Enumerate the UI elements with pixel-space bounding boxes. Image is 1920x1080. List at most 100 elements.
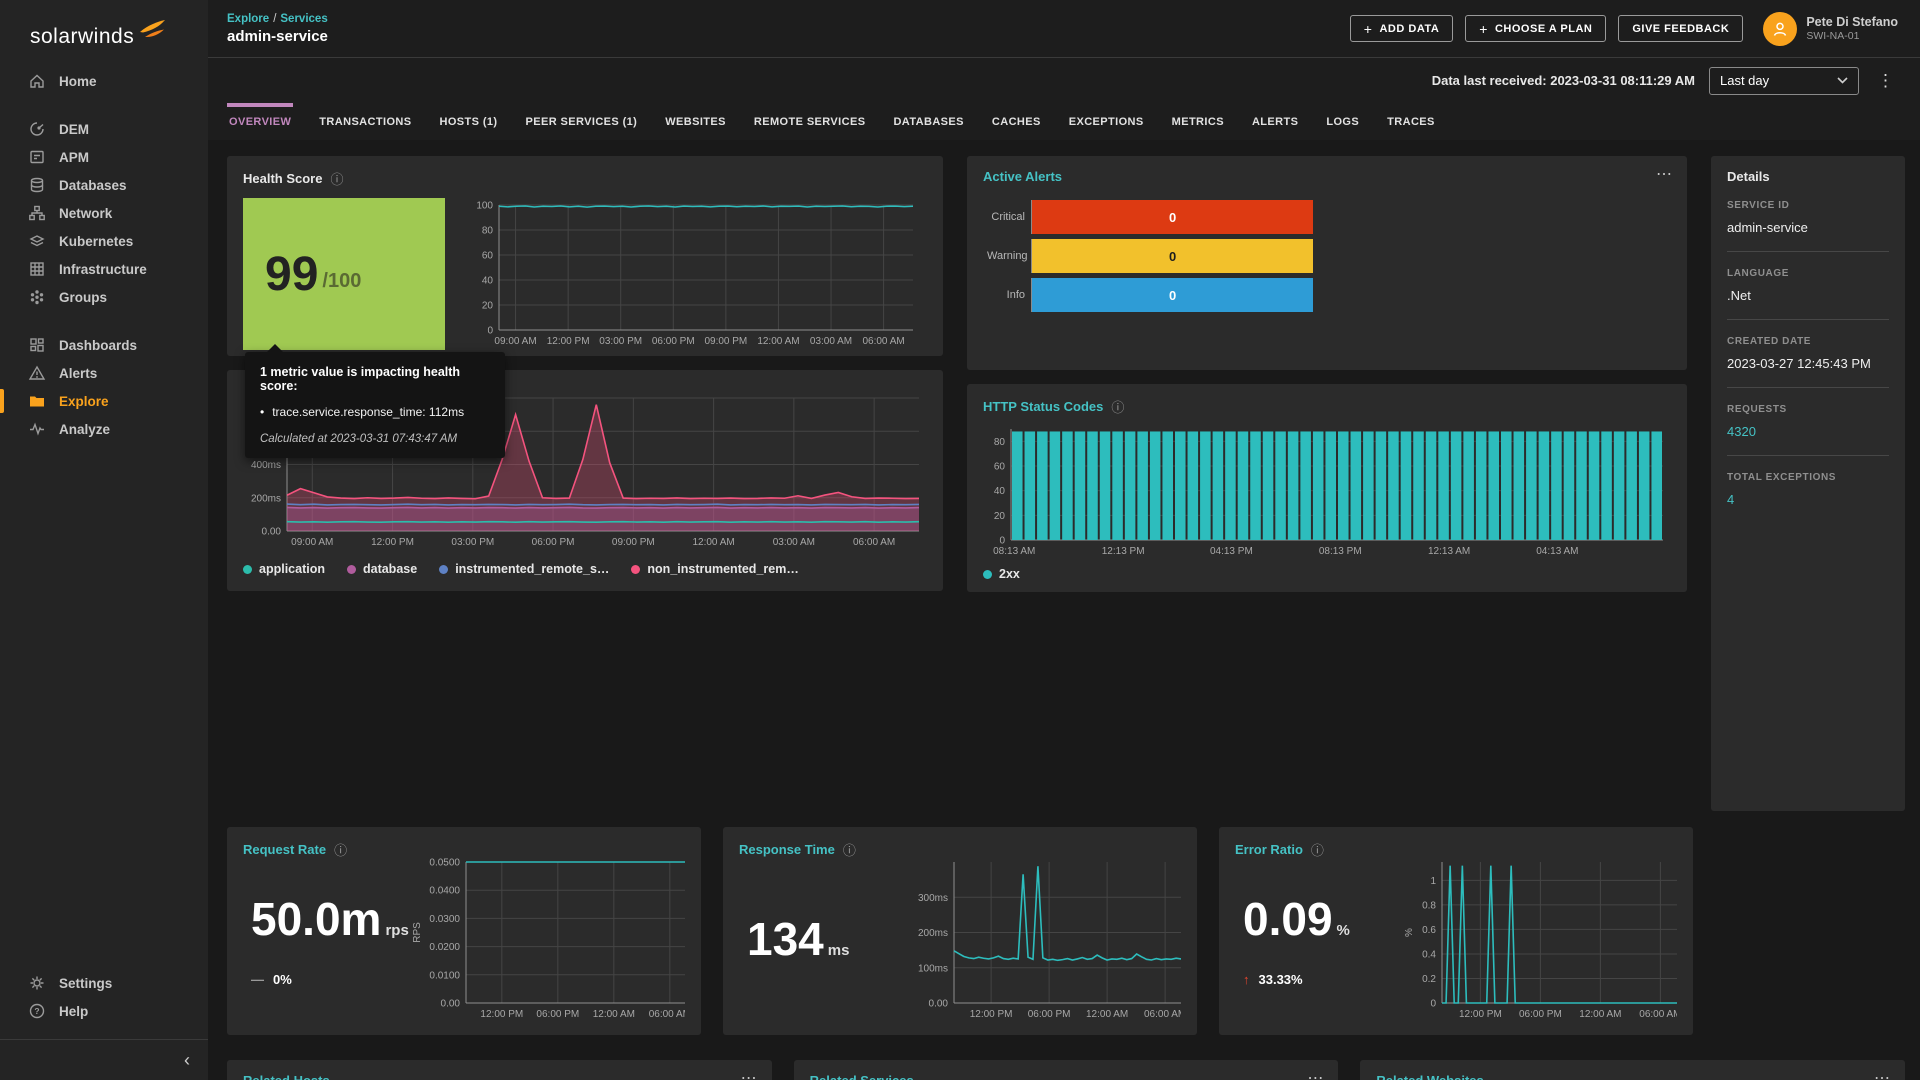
info-icon[interactable]: ⓘ (843, 840, 856, 859)
metrics-row: Request Rateⓘ 50.0mrps —0% 0.000.01000.0… (227, 827, 1905, 1035)
tab-metrics[interactable]: METRICS (1170, 103, 1226, 140)
time-range-select[interactable]: Last day (1709, 67, 1859, 95)
tab-alerts[interactable]: ALERTS (1250, 103, 1300, 140)
sidebar-item-analyze[interactable]: Analyze (0, 415, 208, 443)
sidebar-item-apm[interactable]: APM (0, 143, 208, 171)
legend-item[interactable]: non_instrumented_rem… (631, 562, 798, 576)
card-menu-icon[interactable]: ⋯ (1656, 164, 1673, 184)
tab-overview[interactable]: OVERVIEW (227, 103, 293, 140)
svg-text:0.0300: 0.0300 (430, 914, 461, 925)
info-icon[interactable]: ⓘ (1311, 840, 1324, 859)
tab-websites[interactable]: WEBSITES (663, 103, 728, 140)
card-menu-icon[interactable]: ⋯ (1874, 1068, 1891, 1080)
svg-text:06:00 AM: 06:00 AM (1144, 1009, 1181, 1020)
tab-logs[interactable]: LOGS (1324, 103, 1361, 140)
info-icon[interactable]: ⓘ (330, 169, 343, 188)
sidebar-collapse-icon[interactable]: ‹ (184, 1050, 190, 1071)
tab-peer-services-1[interactable]: PEER SERVICES (1) (524, 103, 640, 140)
bullet-icon: • (260, 405, 264, 419)
sidebar-item-explore[interactable]: Explore (0, 387, 208, 415)
user-menu[interactable]: Pete Di Stefano SWI-NA-01 (1763, 12, 1898, 46)
details-field: CREATED DATE 2023-03-27 12:45:43 PM (1727, 336, 1889, 371)
tooltip-title: 1 metric value is impacting health score… (260, 365, 490, 393)
sidebar-item-label: Dashboards (59, 338, 137, 353)
sidebar-item-databases[interactable]: Databases (0, 171, 208, 199)
alert-count-bar[interactable]: 0 (1032, 200, 1313, 234)
svg-text:1: 1 (1431, 876, 1437, 887)
tab-transactions[interactable]: TRANSACTIONS (317, 103, 413, 140)
sidebar-item-dem[interactable]: DEM (0, 115, 208, 143)
response-time-value: 134 (747, 913, 824, 965)
svg-text:12:13 PM: 12:13 PM (1102, 546, 1145, 557)
sidebar-item-help[interactable]: ? Help (0, 997, 208, 1025)
svg-text:400ms: 400ms (251, 460, 281, 471)
svg-text:0.00: 0.00 (262, 527, 282, 538)
info-icon[interactable]: ⓘ (334, 840, 347, 859)
flat-trend-icon: — (251, 972, 264, 987)
sidebar-item-label: Kubernetes (59, 234, 133, 249)
alert-count-bar[interactable]: 0 (1032, 239, 1313, 273)
svg-text:03:00 PM: 03:00 PM (451, 537, 494, 548)
svg-text:12:00 AM: 12:00 AM (692, 537, 734, 548)
sidebar-item-label: Groups (59, 290, 107, 305)
details-panel: Details SERVICE ID admin-service LANGUAG… (1711, 156, 1905, 811)
svg-text:08:13 AM: 08:13 AM (993, 546, 1035, 557)
tab-remote-services[interactable]: REMOTE SERVICES (752, 103, 868, 140)
tooltip-note: Calculated at 2023-03-31 07:43:47 AM (260, 433, 490, 445)
breadcrumb-explore[interactable]: Explore (227, 13, 269, 25)
details-field: REQUESTS 4320 (1727, 404, 1889, 439)
sidebar-item-groups[interactable]: Groups (0, 283, 208, 311)
svg-text:80: 80 (482, 226, 494, 237)
legend-item[interactable]: 2xx (983, 567, 1020, 581)
tab-traces[interactable]: TRACES (1385, 103, 1437, 140)
svg-text:0.8: 0.8 (1422, 900, 1436, 911)
details-field-label: SERVICE ID (1727, 200, 1889, 211)
kebab-menu-icon[interactable]: ⋮ (1873, 71, 1898, 91)
add-data-button[interactable]: +ADD DATA (1350, 15, 1454, 42)
analyze-icon (28, 420, 46, 438)
error-ratio-title: Error Ratio (1235, 842, 1303, 857)
health-score-box[interactable]: 99 /100 (243, 198, 445, 350)
page-header: Explore/Services admin-service +ADD DATA… (208, 0, 1920, 58)
alert-count-bar[interactable]: 0 (1032, 278, 1313, 312)
solarwinds-logo: solarwinds (0, 0, 208, 67)
svg-text:0: 0 (487, 326, 493, 337)
sidebar-item-alerts[interactable]: Alerts (0, 359, 208, 387)
sidebar-item-infrastructure[interactable]: Infrastructure (0, 255, 208, 283)
card-menu-icon[interactable]: ⋯ (741, 1068, 758, 1080)
tab-caches[interactable]: CACHES (990, 103, 1043, 140)
card-menu-icon[interactable]: ⋯ (1307, 1068, 1324, 1080)
error-ratio-card: Error Ratioⓘ 0.09% ↑33.33% 00.20.40.60.8… (1219, 827, 1693, 1035)
tab-hosts-1[interactable]: HOSTS (1) (438, 103, 500, 140)
sidebar-item-settings[interactable]: Settings (0, 969, 208, 997)
legend-item[interactable]: application (243, 562, 325, 576)
settings-icon (28, 974, 46, 992)
tab-exceptions[interactable]: EXCEPTIONS (1067, 103, 1146, 140)
network-icon (28, 204, 46, 222)
error-ratio-unit: % (1337, 922, 1350, 939)
details-field-value[interactable]: 4320 (1727, 424, 1889, 439)
related-row: Related Hosts ⋯ 1 Good 1 Moderate 0 Bad … (227, 1060, 1905, 1080)
give-feedback-button[interactable]: GIVE FEEDBACK (1618, 15, 1743, 42)
request-rate-title: Request Rate (243, 842, 326, 857)
http-status-title: HTTP Status Codes (983, 399, 1103, 414)
info-icon[interactable]: ⓘ (1111, 397, 1124, 416)
sidebar-item-network[interactable]: Network (0, 199, 208, 227)
help-icon: ? (28, 1002, 46, 1020)
svg-text:06:00 PM: 06:00 PM (532, 537, 575, 548)
choose-a-plan-button[interactable]: +CHOOSE A PLAN (1465, 15, 1606, 42)
sidebar-item-dashboards[interactable]: Dashboards (0, 331, 208, 359)
tab-databases[interactable]: DATABASES (891, 103, 965, 140)
svg-text:12:00 PM: 12:00 PM (371, 537, 414, 548)
legend-dot-icon (631, 565, 640, 574)
breadcrumb-services[interactable]: Services (280, 13, 327, 25)
divider (1727, 387, 1889, 388)
legend-item[interactable]: database (347, 562, 417, 576)
content: Health Scoreⓘ 99 /100 02040608010009:00 … (208, 140, 1920, 1080)
sidebar-item-kubernetes[interactable]: Kubernetes (0, 227, 208, 255)
sidebar-item-label: Help (59, 1004, 88, 1019)
svg-text:09:00 PM: 09:00 PM (612, 537, 655, 548)
legend-item[interactable]: instrumented_remote_s… (439, 562, 609, 576)
sidebar-item-home[interactable]: Home (0, 67, 208, 95)
details-field-value[interactable]: 4 (1727, 492, 1889, 507)
